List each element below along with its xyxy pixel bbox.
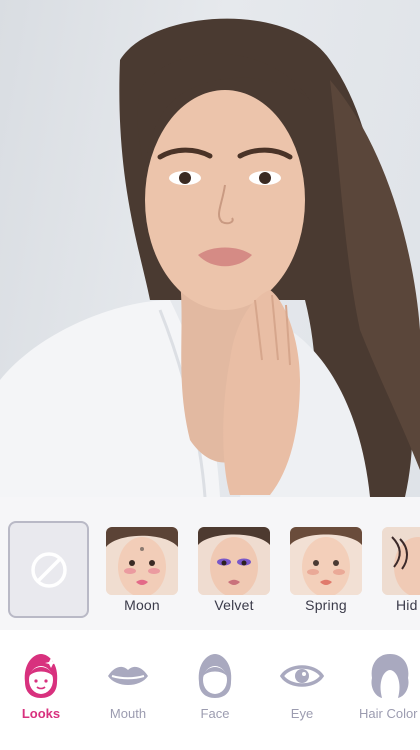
look-thumbnail	[382, 527, 420, 595]
looks-icon	[24, 654, 58, 698]
no-look-button[interactable]	[8, 521, 89, 618]
look-thumbnail	[198, 527, 270, 595]
nav-tab-mouth[interactable]: Mouth	[88, 652, 168, 721]
look-label: Spring	[305, 597, 347, 613]
nav-label: Looks	[21, 706, 61, 721]
lips-icon	[108, 666, 148, 685]
look-item-spring[interactable]: Spring	[290, 527, 362, 613]
look-label: Hid	[396, 597, 418, 613]
hair-icon	[371, 654, 409, 698]
nav-tab-face[interactable]: Face	[175, 652, 255, 721]
nav-label: Eye	[290, 706, 314, 721]
nav-tab-hair-color[interactable]: Hair Color	[350, 652, 420, 721]
look-label: Velvet	[214, 597, 254, 613]
face-thumbnail-icon	[198, 527, 270, 595]
look-thumbnail	[106, 527, 178, 595]
nav-label: Mouth	[109, 706, 147, 721]
look-label: Moon	[124, 597, 160, 613]
face-thumbnail-icon	[382, 527, 420, 595]
look-thumbnail	[290, 527, 362, 595]
portrait-illustration	[0, 18, 420, 497]
nav-label: Hair Color	[359, 706, 418, 721]
look-item-hid[interactable]: Hid	[382, 527, 420, 613]
look-item-moon[interactable]: Moon	[106, 527, 178, 613]
bottom-navigation: Looks Mouth Face Eye Hair Color	[0, 630, 420, 750]
look-item-velvet[interactable]: Velvet	[198, 527, 270, 613]
nav-tab-eye[interactable]: Eye	[262, 652, 342, 721]
nav-tab-looks[interactable]: Looks	[1, 652, 81, 721]
nav-label: Face	[200, 706, 230, 721]
face-thumbnail-icon	[290, 527, 362, 595]
face-thumbnail-icon	[106, 527, 178, 595]
looks-strip: Moon Velvet Spring Hid	[0, 497, 420, 630]
face-icon	[198, 654, 232, 698]
eye-icon	[280, 665, 324, 687]
model-photo	[0, 0, 420, 497]
prohibited-icon	[30, 551, 67, 588]
